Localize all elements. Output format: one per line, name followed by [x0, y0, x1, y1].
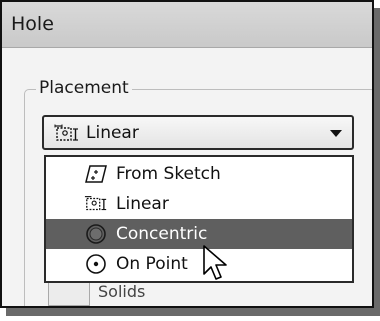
option-from-sketch[interactable]: From Sketch	[46, 159, 352, 189]
option-label: On Point	[116, 254, 188, 274]
on-point-icon	[86, 254, 106, 274]
linear-placement-icon	[54, 124, 78, 141]
option-label: Linear	[116, 194, 169, 214]
option-on-point[interactable]: On Point	[46, 249, 352, 279]
option-label: Concentric	[116, 224, 208, 244]
solids-button[interactable]	[48, 283, 90, 306]
option-label: From Sketch	[116, 164, 221, 184]
mouse-pointer-icon	[203, 245, 227, 280]
option-concentric[interactable]: Concentric	[46, 219, 352, 249]
from-sketch-icon	[85, 165, 107, 183]
hole-dialog: Hole Placement Linear From Sketch Linear…	[0, 0, 374, 308]
chevron-down-icon[interactable]	[330, 130, 342, 137]
concentric-icon	[86, 224, 106, 244]
title-bar[interactable]: Hole	[2, 2, 372, 48]
placement-dropdown-list: From Sketch Linear Concentric On Point	[44, 155, 354, 283]
solids-label: Solids	[98, 282, 146, 301]
placement-selected-value: Linear	[86, 123, 139, 143]
placement-dropdown[interactable]: Linear	[42, 115, 354, 150]
linear-placement-icon	[84, 196, 107, 211]
placement-group-label: Placement	[36, 78, 132, 98]
option-linear[interactable]: Linear	[46, 189, 352, 219]
dialog-title: Hole	[11, 13, 54, 35]
